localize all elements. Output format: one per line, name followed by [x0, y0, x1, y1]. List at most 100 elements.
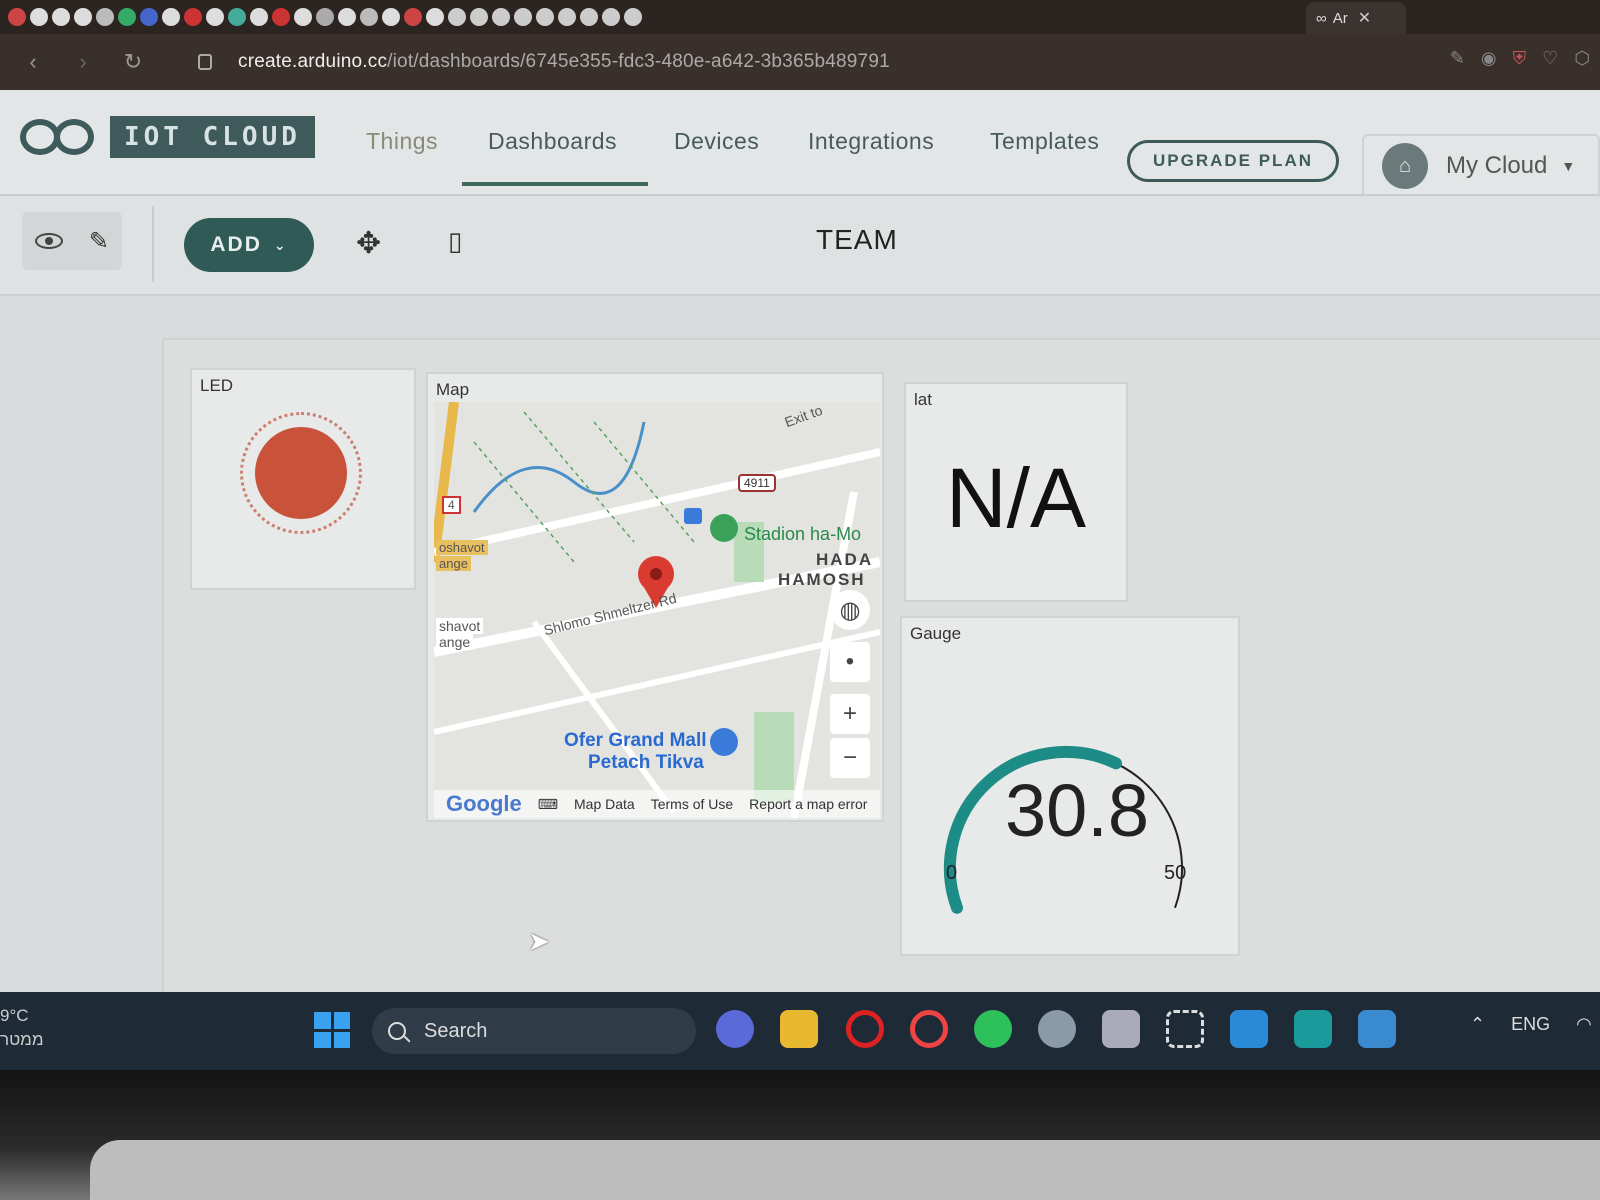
chevron-up-icon[interactable]: ⌃	[1470, 1014, 1485, 1035]
map-label-area-2: ange	[436, 556, 471, 571]
gauge-widget[interactable]: Gauge 30.8 0 50	[900, 616, 1240, 956]
tab-favicon-icon[interactable]	[206, 8, 224, 26]
tab-favicon-icon[interactable]	[250, 8, 268, 26]
snipping-tool-icon[interactable]	[1166, 1010, 1204, 1048]
upgrade-plan-button[interactable]: UPGRADE PLAN	[1127, 140, 1339, 182]
camera-icon[interactable]: ◉	[1481, 48, 1497, 69]
cube-icon[interactable]: ⬡	[1574, 48, 1590, 69]
tab-favicon-icon[interactable]	[382, 8, 400, 26]
nav-dashboards[interactable]: Dashboards	[488, 128, 617, 155]
tab-favicon-icon[interactable]	[74, 8, 92, 26]
map-label-mall-2: Petach Tikva	[588, 752, 704, 773]
tab-favicon-icon[interactable]	[448, 8, 466, 26]
active-browser-tab[interactable]: ∞ Ar ✕	[1306, 2, 1406, 34]
nav-devices[interactable]: Devices	[674, 128, 759, 155]
tab-favicon-icon[interactable]	[624, 8, 642, 26]
nav-templates[interactable]: Templates	[990, 128, 1099, 155]
tab-favicon-icon[interactable]	[602, 8, 620, 26]
shield-icon[interactable]: ⛨	[1513, 48, 1527, 69]
spotify-icon[interactable]	[974, 1010, 1012, 1048]
url-path: /iot/dashboards/6745e355-fdc3-480e-a642-…	[387, 51, 890, 72]
tab-favicon-icon[interactable]	[294, 8, 312, 26]
language-indicator[interactable]: ENG	[1511, 1014, 1550, 1035]
route-shield-4: 4	[442, 496, 461, 514]
tab-favicon-icon[interactable]	[492, 8, 510, 26]
arduino-logo[interactable]: IOT CLOUD	[20, 116, 315, 158]
map-data-link[interactable]: Map Data	[574, 796, 635, 812]
tab-favicon-icon[interactable]	[316, 8, 334, 26]
taskbar: 9°C ממטר Search ⌃ ENG ◠ ◁)	[0, 992, 1600, 1070]
heart-icon[interactable]: ♡	[1542, 48, 1558, 69]
tab-favicon-icon[interactable]	[580, 8, 598, 26]
map-label-stadium: Stadion ha-Mo	[744, 524, 862, 544]
forward-icon[interactable]: ›	[66, 49, 100, 75]
infinity-icon: ∞	[1316, 9, 1327, 27]
browser-tab-strip: ∞ Ar ✕	[0, 0, 1600, 34]
opera-gx-icon[interactable]	[910, 1010, 948, 1048]
tab-favicon-icon[interactable]	[426, 8, 444, 26]
tab-favicon-icon[interactable]	[272, 8, 290, 26]
back-icon[interactable]: ‹	[16, 49, 50, 75]
keyboard-icon[interactable]: ⌨	[538, 796, 558, 813]
zoom-out-button[interactable]: −	[830, 738, 870, 778]
wifi-icon[interactable]: ◠	[1576, 1014, 1592, 1035]
led-widget[interactable]: LED	[190, 368, 416, 590]
tab-favicon-icon[interactable]	[118, 8, 136, 26]
report-error-link[interactable]: Report a map error	[749, 796, 867, 812]
nav-integrations[interactable]: Integrations	[808, 128, 934, 155]
weather-widget[interactable]: 9°C ממטר	[0, 1004, 44, 1052]
teams-icon[interactable]	[716, 1010, 754, 1048]
tab-favicon-icon[interactable]	[140, 8, 158, 26]
mode-toggle: ✎	[22, 212, 122, 270]
url-domain: create.arduino.cc	[238, 51, 388, 72]
terms-link[interactable]: Terms of Use	[651, 796, 733, 812]
file-explorer-icon[interactable]	[780, 1010, 818, 1048]
gauge-value: 30.8	[1004, 769, 1150, 852]
edit-pencil-icon[interactable]: ✎	[89, 227, 109, 256]
add-widget-button[interactable]: ADD ⌄	[184, 218, 314, 272]
eye-icon[interactable]	[34, 233, 63, 249]
google-logo: Google	[446, 791, 522, 816]
tab-favicon-icon[interactable]	[8, 8, 26, 26]
tab-favicon-icon[interactable]	[96, 8, 114, 26]
edit-icon[interactable]: ✎	[1450, 48, 1465, 69]
nav-things[interactable]: Things	[366, 128, 438, 155]
account-switcher[interactable]: ⌂ My Cloud ▼	[1362, 134, 1600, 198]
tab-favicon-icon[interactable]	[184, 8, 202, 26]
tab-favicon-icon[interactable]	[30, 8, 48, 26]
tab-favicon-icon[interactable]	[514, 8, 532, 26]
top-navigation: IOT CLOUD Things Dashboards Devices Inte…	[0, 90, 1600, 198]
settings-gear-icon[interactable]	[1038, 1010, 1076, 1048]
tab-favicon-icon[interactable]	[404, 8, 422, 26]
vscode-icon[interactable]	[1230, 1010, 1268, 1048]
url-field[interactable]: create.arduino.cc/iot/dashboards/6745e35…	[238, 51, 890, 73]
street-view-icon[interactable]: ◍	[830, 590, 870, 630]
windows-start-icon[interactable]	[314, 1012, 350, 1048]
tab-favicon-icon[interactable]	[338, 8, 356, 26]
zoom-in-button[interactable]: +	[830, 694, 870, 734]
tab-favicon-icon[interactable]	[558, 8, 576, 26]
arduino-ide-icon[interactable]	[1294, 1010, 1332, 1048]
weather-temp: 9°C	[0, 1006, 29, 1025]
search-icon	[388, 1022, 406, 1040]
tab-favicon-icon[interactable]	[52, 8, 70, 26]
notepad-icon[interactable]	[1358, 1010, 1396, 1048]
close-tab-icon[interactable]: ✕	[1358, 8, 1371, 28]
opera-icon[interactable]	[846, 1010, 884, 1048]
app-icon[interactable]	[1102, 1010, 1140, 1048]
lat-widget[interactable]: lat N/A	[904, 382, 1128, 602]
mobile-view-icon[interactable]: ▯	[448, 226, 462, 257]
tab-favicon-icon[interactable]	[536, 8, 554, 26]
map-widget[interactable]: Map Exit to 4911 4 Stadion ha-Mo HADA HA…	[426, 372, 884, 822]
tab-favicon-icon[interactable]	[162, 8, 180, 26]
widget-label: lat	[914, 390, 932, 409]
chevron-down-icon: ⌄	[273, 236, 288, 253]
taskbar-search[interactable]: Search	[372, 1008, 696, 1054]
my-location-icon[interactable]: •	[830, 642, 870, 682]
tab-favicon-icon[interactable]	[470, 8, 488, 26]
map-view[interactable]: Exit to 4911 4 Stadion ha-Mo HADA HAMOSH…	[434, 402, 880, 818]
tab-favicon-icon[interactable]	[228, 8, 246, 26]
arrange-move-icon[interactable]: ✥	[356, 226, 381, 261]
reload-icon[interactable]: ↻	[116, 49, 150, 75]
tab-favicon-icon[interactable]	[360, 8, 378, 26]
